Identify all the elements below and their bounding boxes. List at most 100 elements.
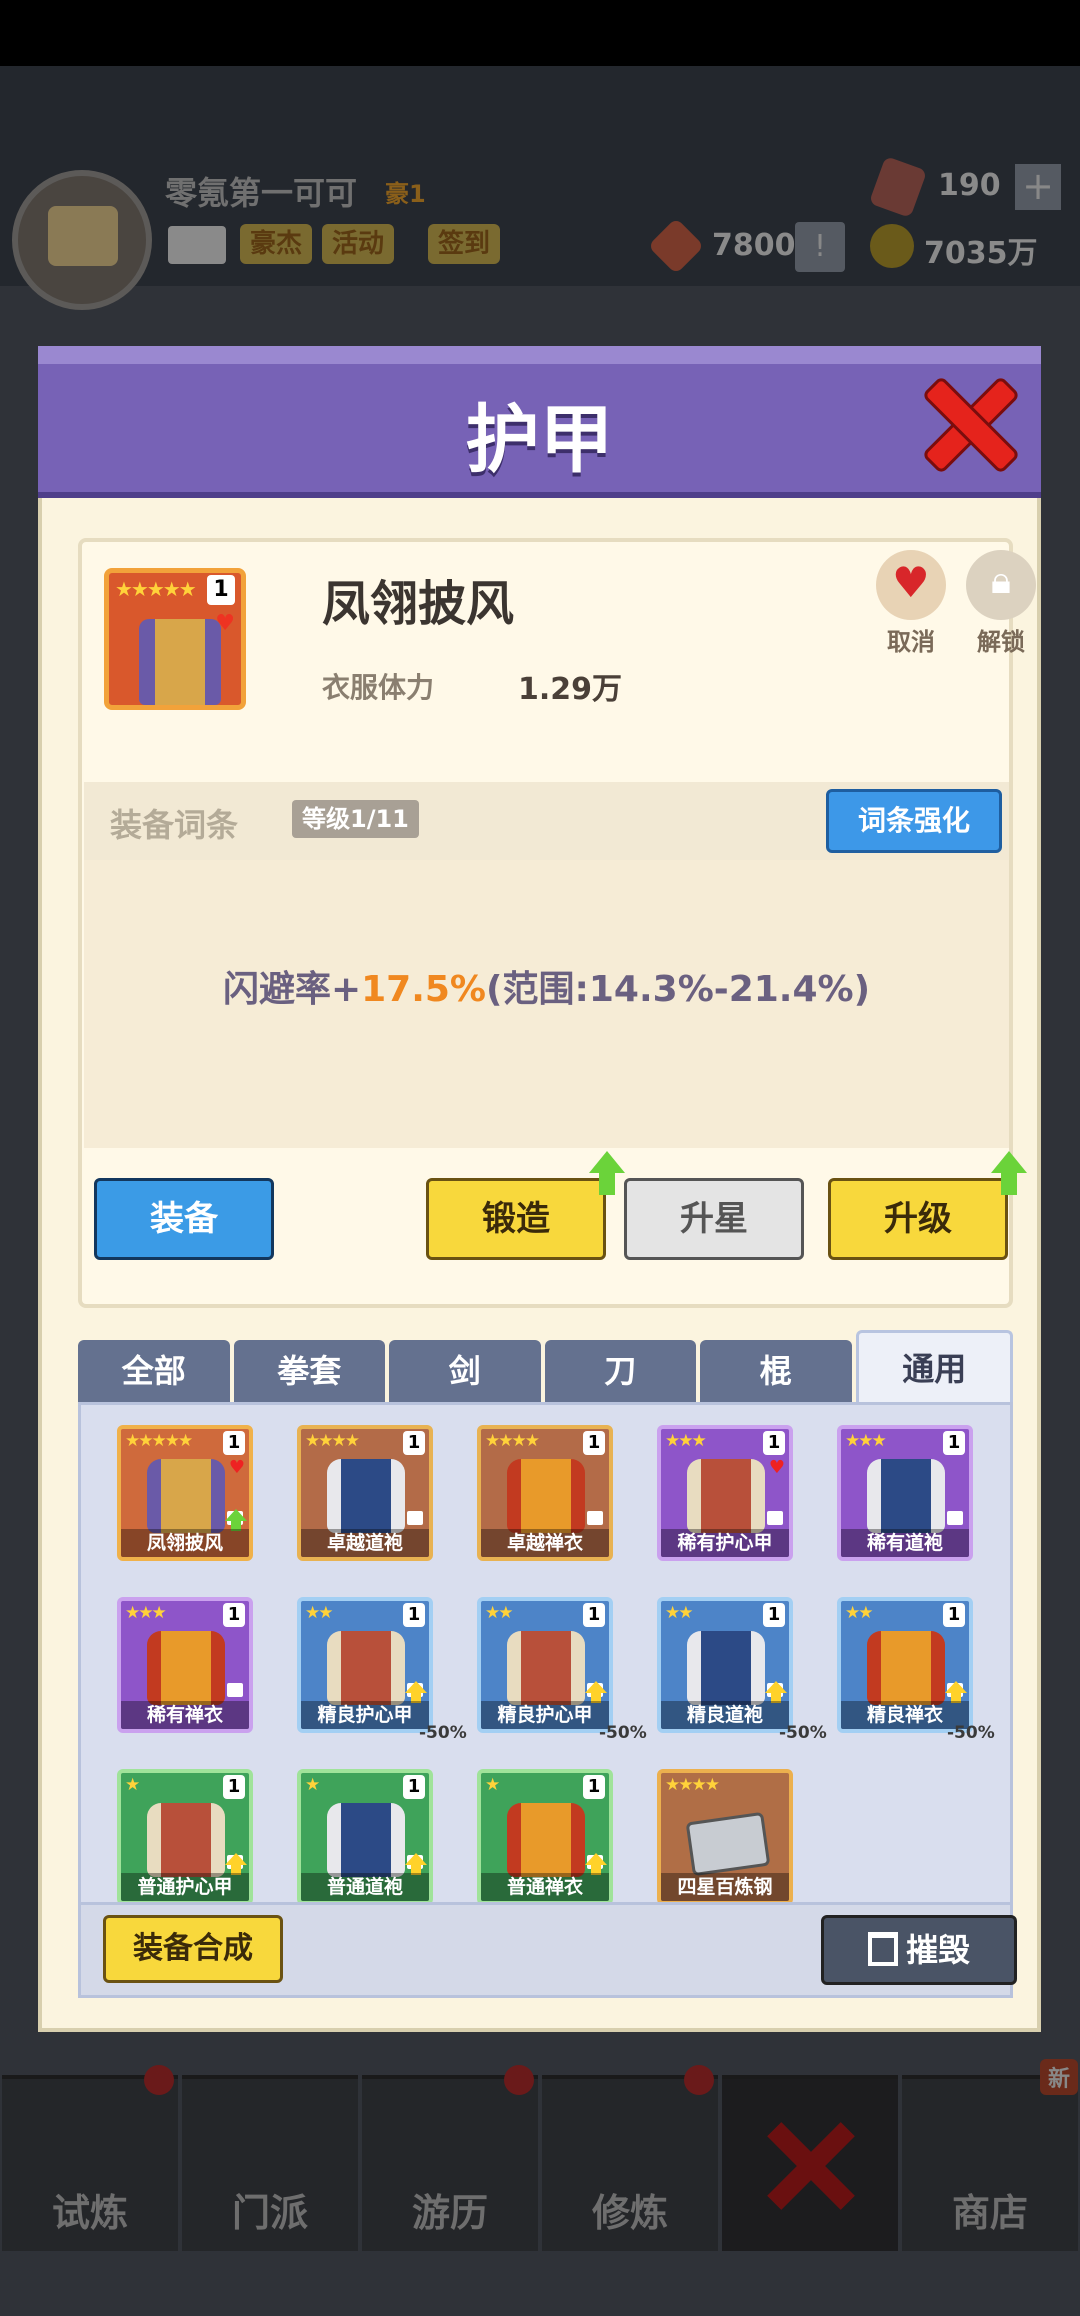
cape-icon xyxy=(139,619,221,705)
inventory-item[interactable]: ★ 1 普通道袍 xyxy=(297,1769,433,1905)
star-rating: ★★★ xyxy=(125,1603,167,1623)
upgrade-button[interactable]: 升级 xyxy=(828,1151,1027,1260)
upgrade-arrow-icon xyxy=(765,1681,787,1703)
star-rating: ★★★★ xyxy=(305,1431,360,1451)
forge-label: 锻造 xyxy=(482,1199,550,1239)
token-count: 7800 xyxy=(712,228,796,263)
equip-button[interactable]: 装备 xyxy=(94,1178,274,1260)
level-badge: 1 xyxy=(403,1775,425,1799)
gold-count: 7035万 xyxy=(924,236,1038,271)
upgrade-arrow-icon xyxy=(225,1509,247,1531)
tab-sword[interactable]: 剑 xyxy=(389,1340,541,1402)
upgrade-arrow-icon xyxy=(405,1681,427,1703)
nav-cultivate[interactable]: 修炼 xyxy=(542,2065,718,2251)
nav-sect[interactable]: 门派 xyxy=(182,2075,358,2251)
gold-coin-icon xyxy=(870,224,914,268)
inventory-item[interactable]: ★ 1 普通护心甲 xyxy=(117,1769,253,1905)
cancel-label: 取消 xyxy=(887,628,935,656)
discount-label: -50% xyxy=(779,1723,827,1743)
star-rating: ★★★★★ xyxy=(125,1431,193,1451)
tab-all[interactable]: 全部 xyxy=(78,1340,230,1402)
nav-label: 修炼 xyxy=(591,2191,668,2235)
tab-gauntlets[interactable]: 拳套 xyxy=(233,1340,385,1402)
inventory-item[interactable]: ★★ 1 精良护心甲 xyxy=(477,1597,613,1733)
star-rating: ★★★★ xyxy=(665,1775,720,1795)
inventory-item[interactable]: ★★★★★ 1 ♥ 凤翎披风 xyxy=(117,1425,253,1561)
armor-modal: 护甲 ★★★★★ 1 ♥ 凤翎披风 衣服体力 1.29万 ♥ 取消 🔒︎ 解锁 … xyxy=(38,346,1041,2032)
synthesize-button[interactable]: 装备合成 xyxy=(103,1915,283,1983)
add-gems-button[interactable]: + xyxy=(1015,164,1061,210)
tab-blade[interactable]: 刀 xyxy=(544,1340,696,1402)
monk-robe-icon xyxy=(507,1459,585,1533)
affix-level-badge: 等级1/11 xyxy=(292,800,419,838)
upgrade-arrow-icon xyxy=(945,1681,967,1703)
star-rating: ★ xyxy=(125,1775,140,1795)
new-badge: 新 xyxy=(1039,2059,1078,2095)
nav-trial[interactable]: 试炼 xyxy=(2,2065,178,2251)
item-label: 普通护心甲 xyxy=(121,1873,249,1901)
tab-general[interactable]: 通用 xyxy=(855,1330,1013,1402)
chest-armor-icon xyxy=(687,1459,765,1533)
lock-icon xyxy=(767,1511,783,1525)
level-badge: 1 xyxy=(763,1431,785,1455)
item-label: 稀有护心甲 xyxy=(661,1529,789,1557)
inventory-item[interactable]: ★★★★ 1 卓越道袍 xyxy=(297,1425,433,1561)
lock-icon xyxy=(227,1683,243,1697)
affix-area: 闪避率+17.5%(范围:14.3%-21.4%) xyxy=(84,860,1009,1148)
robe-icon xyxy=(867,1459,945,1533)
level-badge: 1 xyxy=(583,1431,605,1455)
player-rank: 豪1 xyxy=(385,180,426,208)
level-badge: 1 xyxy=(223,1603,245,1627)
upgrade-arrow-icon xyxy=(991,1151,1027,1195)
unfavorite-button[interactable]: ♥ xyxy=(876,550,946,620)
trash-icon xyxy=(867,1932,898,1966)
upgrade-arrow-icon xyxy=(589,1151,625,1195)
forge-button[interactable]: 锻造 xyxy=(426,1151,625,1260)
close-button[interactable] xyxy=(926,380,1016,470)
nav-shop[interactable]: 新商店 xyxy=(902,2059,1078,2251)
inventory-item[interactable]: ★★★★ 1 卓越禅衣 xyxy=(477,1425,613,1561)
inventory-item[interactable]: ★★★★ 四星百炼钢 xyxy=(657,1769,793,1905)
item-name: 凤翎披风 xyxy=(322,576,515,632)
inventory-item[interactable]: ★★★ 1 ♥ 稀有护心甲 xyxy=(657,1425,793,1561)
star-up-button[interactable]: 升星 xyxy=(624,1178,804,1260)
stat-value: 1.29万 xyxy=(518,672,623,707)
bottom-navigation: 试炼 门派 游历 修炼 新商店 xyxy=(0,2059,1080,2251)
destroy-button[interactable]: 摧毁 xyxy=(821,1915,1017,1985)
inventory-item[interactable]: ★ 1 普通禅衣 xyxy=(477,1769,613,1905)
item-label: 普通禅衣 xyxy=(481,1873,609,1901)
chest-armor-icon xyxy=(507,1631,585,1705)
checkin-button[interactable]: 签到 xyxy=(428,224,501,264)
inventory-item[interactable]: ★★ 1 精良道袍 xyxy=(657,1597,793,1733)
affix-effect-prefix: 闪避率+ xyxy=(222,969,362,1010)
affix-enhance-button[interactable]: 词条强化 xyxy=(826,789,1002,853)
unlock-label: 解锁 xyxy=(977,628,1025,656)
lock-icon xyxy=(587,1511,603,1525)
close-icon xyxy=(765,2120,855,2210)
level-badge: 1 xyxy=(207,575,235,605)
inventory-item[interactable]: ★★★ 1 稀有道袍 xyxy=(837,1425,973,1561)
stat-label: 衣服体力 xyxy=(322,671,435,704)
item-label: 精良护心甲 xyxy=(481,1701,609,1729)
inventory-item[interactable]: ★★★ 1 稀有禅衣 xyxy=(117,1597,253,1733)
affix-effect-value: 17.5% xyxy=(361,969,487,1010)
selected-item-icon: ★★★★★ 1 ♥ xyxy=(104,568,246,710)
nav-close[interactable] xyxy=(722,2075,898,2251)
tab-staff[interactable]: 棍 xyxy=(700,1340,852,1402)
level-badge: 1 xyxy=(943,1603,965,1627)
mail-icon[interactable] xyxy=(168,226,226,264)
player-avatar[interactable] xyxy=(12,170,152,310)
unlock-button[interactable]: 🔒︎ xyxy=(966,550,1036,620)
gem-count: 190 xyxy=(938,168,1001,203)
heroes-button[interactable]: 豪杰 xyxy=(240,224,313,264)
inventory-item[interactable]: ★★ 1 精良禅衣 xyxy=(837,1597,973,1733)
lock-icon xyxy=(407,1511,423,1525)
inventory-item[interactable]: ★★ 1 精良护心甲 xyxy=(297,1597,433,1733)
alert-button[interactable]: ! xyxy=(795,222,845,272)
favorite-heart-icon: ♥ xyxy=(768,1457,785,1478)
events-button[interactable]: 活动 xyxy=(322,224,395,264)
item-detail-card: ★★★★★ 1 ♥ 凤翎披风 衣服体力 1.29万 ♥ 取消 🔒︎ 解锁 装备 词… xyxy=(78,538,1036,1308)
robe-icon xyxy=(327,1459,405,1533)
nav-travel[interactable]: 游历 xyxy=(362,2065,538,2251)
discount-label: -50% xyxy=(947,1723,995,1743)
